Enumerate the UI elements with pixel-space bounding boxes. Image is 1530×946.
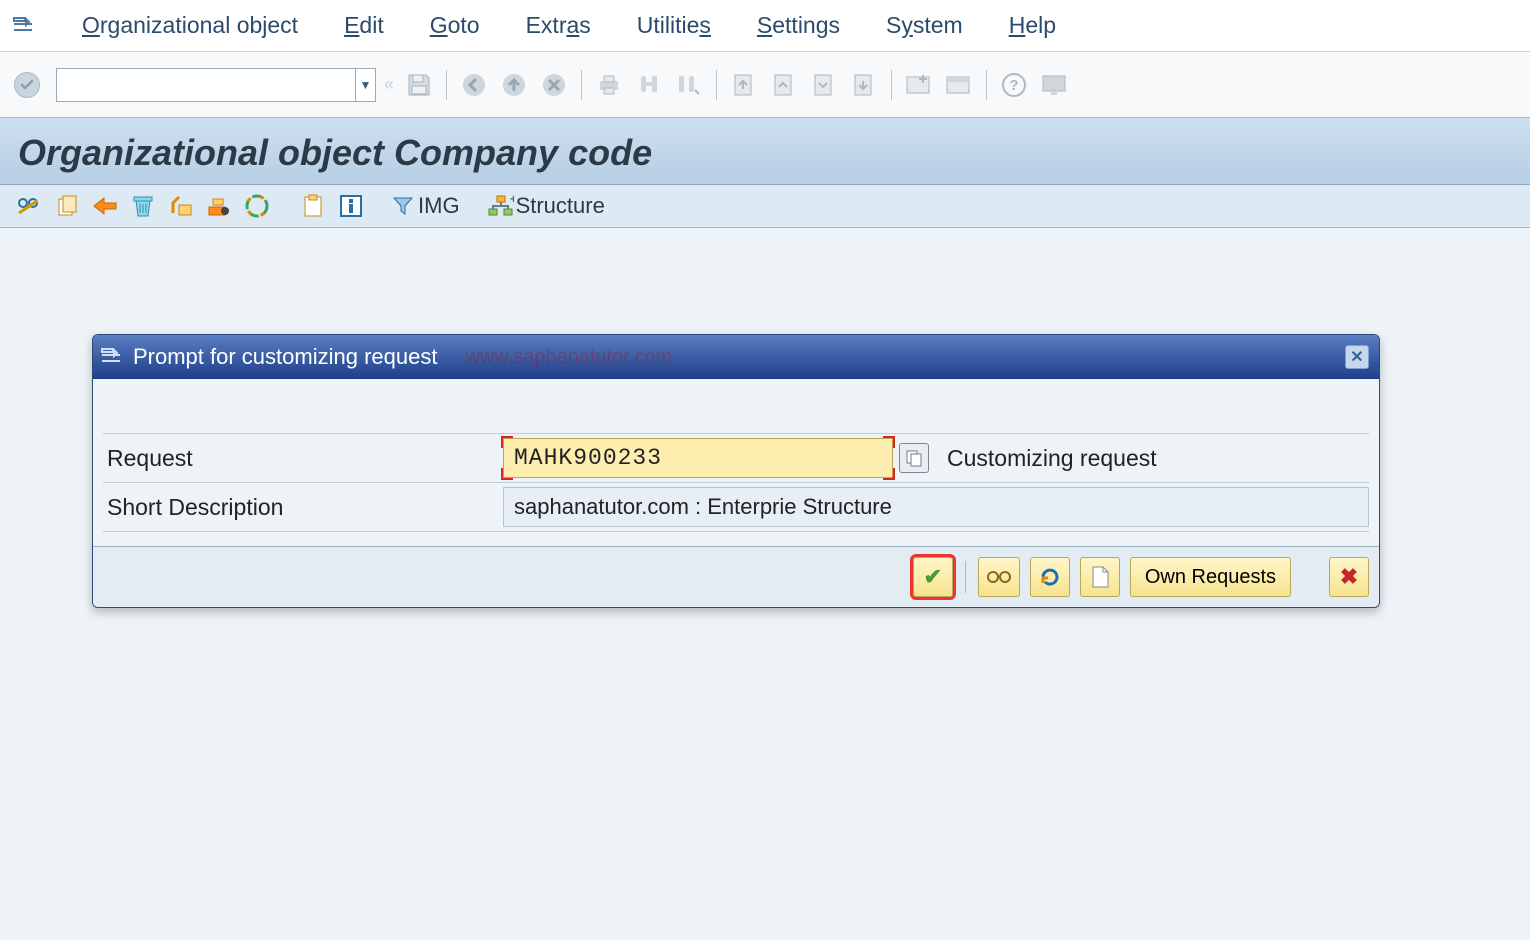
next-page-icon[interactable] <box>807 68 841 102</box>
description-value: saphanatutor.com : Enterprie Structure <box>514 494 892 520</box>
row-description: Short Description saphanatutor.com : Ent… <box>103 483 1369 532</box>
footer-separator <box>965 561 966 593</box>
svg-text:+: + <box>510 195 514 206</box>
cancel-button[interactable]: ✖ <box>1329 557 1369 597</box>
command-field-dropdown[interactable]: ▼ <box>356 68 376 102</box>
first-page-icon[interactable] <box>727 68 761 102</box>
page-title: Organizational object Company code <box>18 132 1512 174</box>
exit-icon[interactable] <box>497 68 531 102</box>
refresh-icon <box>1039 566 1061 588</box>
print-icon[interactable] <box>592 68 626 102</box>
enter-ok-button[interactable] <box>14 72 40 98</box>
menu-indicator-icon[interactable] <box>12 14 36 38</box>
display-request-button[interactable] <box>978 557 1020 597</box>
menu-extras[interactable]: Extras <box>526 12 591 39</box>
dialog-body: Request MAHK900233 Customizing request S… <box>93 379 1379 546</box>
layout-icon[interactable] <box>942 68 976 102</box>
glasses-icon <box>987 568 1011 586</box>
back-icon[interactable] <box>457 68 491 102</box>
activity-icon[interactable] <box>242 191 272 221</box>
request-label: Request <box>103 445 503 472</box>
refresh-request-button[interactable] <box>1030 557 1070 597</box>
application-toolbar: IMG + Structure <box>0 185 1530 228</box>
img-label: IMG <box>418 193 460 219</box>
where-used-icon[interactable] <box>166 191 196 221</box>
dialog-title-icon <box>101 348 123 366</box>
last-page-icon[interactable] <box>847 68 881 102</box>
new-session-icon[interactable] <box>902 68 936 102</box>
delete-icon[interactable] <box>128 191 158 221</box>
find-next-icon[interactable] <box>672 68 706 102</box>
structure-button[interactable]: + Structure <box>486 191 605 221</box>
title-band: Organizational object Company code <box>0 118 1530 185</box>
menubar: Organizational object Edit Goto Extras U… <box>0 0 1530 52</box>
row-request: Request MAHK900233 Customizing request <box>103 433 1369 483</box>
standard-toolbar: ▼ « ? <box>0 52 1530 118</box>
img-button[interactable]: IMG <box>388 191 460 221</box>
description-label: Short Description <box>103 494 503 521</box>
menu-org-object[interactable]: Organizational object <box>82 12 298 39</box>
menu-edit[interactable]: Edit <box>344 12 384 39</box>
dialog-watermark: www.saphanatutor.com <box>465 346 672 369</box>
cancel-icon[interactable] <box>537 68 571 102</box>
menu-goto[interactable]: Goto <box>430 12 480 39</box>
new-document-icon <box>1090 565 1110 589</box>
request-type-label: Customizing request <box>947 445 1157 472</box>
cancel-x-icon: ✖ <box>1340 564 1358 590</box>
dialog-close-button[interactable]: ✕ <box>1345 345 1369 369</box>
find-icon[interactable] <box>632 68 666 102</box>
svg-text:?: ? <box>1009 77 1018 94</box>
menu-help[interactable]: Help <box>1009 12 1056 39</box>
transport-icon[interactable] <box>90 191 120 221</box>
dialog-footer: ✔ Own Requests ✖ <box>93 546 1379 607</box>
customizing-request-dialog: Prompt for customizing request www.sapha… <box>92 334 1380 608</box>
org-object-icon[interactable] <box>204 191 234 221</box>
description-field[interactable]: saphanatutor.com : Enterprie Structure <box>503 487 1369 527</box>
filter-icon <box>388 191 418 221</box>
hierarchy-icon: + <box>486 191 516 221</box>
help-icon[interactable]: ? <box>997 68 1031 102</box>
workspace: Prompt for customizing request www.sapha… <box>0 228 1530 940</box>
own-requests-label: Own Requests <box>1145 566 1276 589</box>
prev-page-icon[interactable] <box>767 68 801 102</box>
structure-label: Structure <box>516 193 605 219</box>
check-icon: ✔ <box>924 564 942 590</box>
continue-button[interactable]: ✔ <box>913 557 953 597</box>
request-input[interactable]: MAHK900233 <box>503 438 893 478</box>
menu-system[interactable]: System <box>886 12 963 39</box>
info-icon[interactable] <box>336 191 366 221</box>
copy-icon[interactable] <box>52 191 82 221</box>
display-change-icon[interactable] <box>14 191 44 221</box>
menu-utilities[interactable]: Utilities <box>637 12 711 39</box>
menu-settings[interactable]: Settings <box>757 12 840 39</box>
back-history-icon[interactable]: « <box>382 74 396 95</box>
create-request-button[interactable] <box>1080 557 1120 597</box>
dialog-title-text: Prompt for customizing request <box>133 344 437 370</box>
own-requests-button[interactable]: Own Requests <box>1130 557 1291 597</box>
save-icon[interactable] <box>402 68 436 102</box>
dialog-titlebar: Prompt for customizing request www.sapha… <box>93 335 1379 379</box>
request-f4-button[interactable] <box>899 443 929 473</box>
request-value: MAHK900233 <box>514 445 662 471</box>
command-field[interactable] <box>56 68 356 102</box>
customize-layout-icon[interactable] <box>1037 68 1071 102</box>
clipboard-icon[interactable] <box>298 191 328 221</box>
